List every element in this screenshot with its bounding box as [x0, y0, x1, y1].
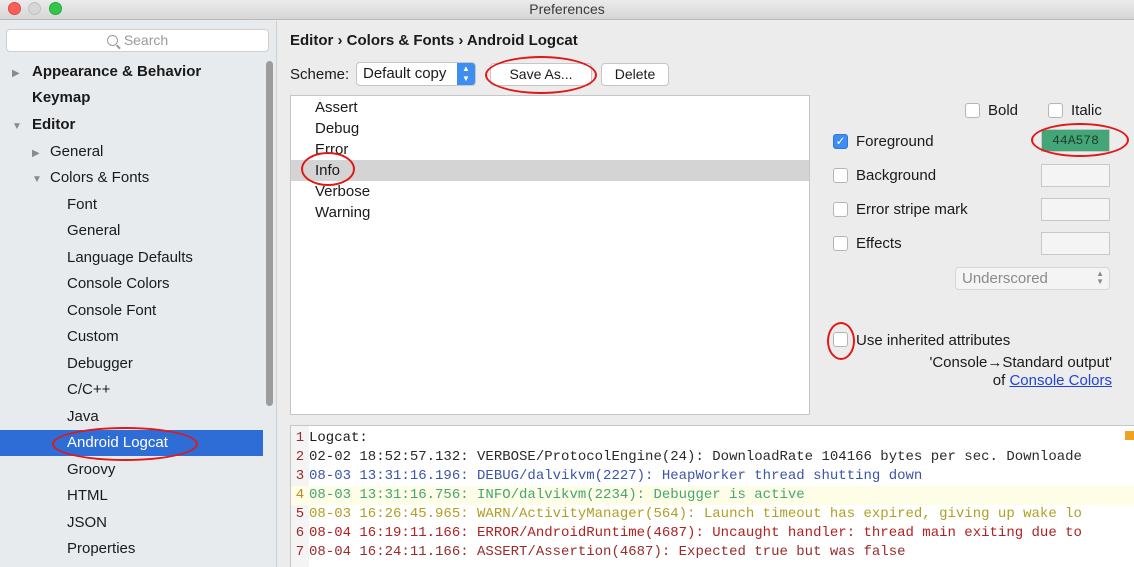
list-item[interactable]: Assert: [291, 97, 809, 118]
chevron-right-icon: ▶: [12, 68, 20, 79]
logcat-preview: 1 Logcat: 2 02-02 18:52:57.132: VERBOSE/Pr…: [290, 425, 1134, 567]
sidebar-item-font[interactable]: Font: [67, 192, 97, 218]
foreground-checkbox[interactable]: ✓: [833, 134, 848, 149]
chevron-down-icon: ▼: [32, 174, 42, 185]
sidebar-item-console-font[interactable]: Console Font: [67, 298, 156, 324]
sidebar-item-properties[interactable]: Properties: [67, 536, 135, 562]
delete-button[interactable]: Delete: [601, 63, 669, 86]
effects-label: Effects: [856, 235, 902, 252]
error-stripe-color-swatch[interactable]: [1041, 198, 1110, 221]
error-stripe-marker[interactable]: [1125, 431, 1134, 440]
scheme-value: Default copy: [363, 65, 447, 82]
list-item[interactable]: Verbose: [291, 181, 809, 202]
preview-line: 5 08-03 16:26:45.965: WARN/ActivityManage…: [295, 506, 1082, 522]
italic-label: Italic: [1071, 102, 1102, 119]
scheme-label: Scheme:: [290, 66, 350, 83]
search-input[interactable]: Search: [6, 29, 269, 52]
save-as-button[interactable]: Save As...: [490, 63, 592, 86]
inherited-from-text: 'Console→Standard output': [929, 354, 1112, 371]
sidebar-item-groovy[interactable]: Groovy: [67, 457, 115, 483]
effect-type-value: Underscored: [962, 270, 1048, 287]
preview-line: 7 08-04 16:24:11.166: ASSERT/Assertion(46…: [295, 544, 906, 560]
of-text: of: [992, 372, 1006, 389]
inherited-from-line: of Console Colors: [993, 372, 1112, 389]
error-stripe-checkbox[interactable]: [833, 202, 848, 217]
effect-type-select[interactable]: Underscored ▲ ▼: [955, 267, 1110, 290]
bold-label: Bold: [988, 102, 1019, 119]
sidebar-item-custom[interactable]: Custom: [67, 324, 119, 350]
sidebar-item-general-sub[interactable]: General: [67, 218, 120, 244]
use-inherited-checkbox[interactable]: [833, 332, 848, 347]
sidebar-item-editor[interactable]: ▼ Editor: [12, 112, 75, 138]
bold-checkbox[interactable]: [965, 103, 980, 118]
sidebar-item-html[interactable]: HTML: [67, 483, 108, 509]
console-colors-link[interactable]: Console Colors: [1009, 372, 1112, 389]
italic-checkbox[interactable]: [1048, 103, 1063, 118]
list-item[interactable]: Warning: [291, 202, 809, 223]
sidebar-item-language-defaults[interactable]: Language Defaults: [67, 245, 193, 271]
window-title: Preferences: [529, 1, 605, 17]
foreground-color-swatch[interactable]: 44A578: [1041, 129, 1110, 152]
sidebar-item-android-logcat[interactable]: Android Logcat: [0, 430, 263, 456]
sidebar-item-appearance[interactable]: ▶ Appearance & Behavior: [12, 59, 201, 85]
error-stripe-label: Error stripe mark: [856, 201, 968, 218]
title-bar: Preferences: [0, 0, 1134, 20]
list-item[interactable]: Error: [291, 139, 809, 160]
background-label: Background: [856, 167, 937, 184]
background-color-swatch[interactable]: [1041, 164, 1110, 187]
preview-line: 1 Logcat:: [295, 430, 368, 446]
preview-line: 2 02-02 18:52:57.132: VERBOSE/ProtocolEng…: [295, 449, 1082, 465]
settings-sidebar: Search ▶ Appearance & Behavior Keymap ▼ Ed…: [0, 21, 277, 567]
search-placeholder: Search: [123, 32, 169, 48]
sidebar-item-console-colors[interactable]: Console Colors: [67, 271, 170, 297]
list-item-selected[interactable]: Info: [291, 160, 809, 181]
foreground-label: Foreground: [856, 133, 934, 150]
effects-color-swatch[interactable]: [1041, 232, 1110, 255]
sidebar-item-cpp[interactable]: C/C++: [67, 377, 110, 403]
sidebar-item-json[interactable]: JSON: [67, 510, 107, 536]
chevron-right-icon: ▶: [32, 148, 40, 159]
breadcrumb: Editor › Colors & Fonts › Android Logcat: [290, 32, 578, 49]
sidebar-item-keymap[interactable]: Keymap: [32, 85, 90, 111]
sidebar-item-general[interactable]: ▶ General: [32, 139, 103, 165]
preview-line-current: 4 08-03 13:31:16.756: INFO/dalvikvm(2234)…: [291, 486, 1134, 505]
updown-arrows-icon: ▲ ▼: [457, 63, 475, 85]
chevron-down-icon: ▼: [12, 121, 22, 132]
updown-arrows-icon: ▲ ▼: [1096, 269, 1104, 286]
background-checkbox[interactable]: [833, 168, 848, 183]
scheme-select[interactable]: Default copy ▲ ▼: [356, 62, 476, 86]
sidebar-item-java[interactable]: Java: [67, 404, 99, 430]
sidebar-item-colors-fonts[interactable]: ▼ Colors & Fonts: [32, 165, 149, 191]
search-icon: [106, 35, 118, 46]
preview-line: 6 08-04 16:19:11.166: ERROR/AndroidRuntim…: [295, 525, 1082, 541]
use-inherited-label: Use inherited attributes: [856, 332, 1011, 349]
sidebar-item-debugger[interactable]: Debugger: [67, 351, 133, 377]
logcat-levels-list: Assert Debug Error Info Verbose Warning: [290, 95, 810, 415]
sidebar-scrollbar[interactable]: [266, 61, 273, 406]
effects-checkbox[interactable]: [833, 236, 848, 251]
preview-line: 3 08-03 13:31:16.196: DEBUG/dalvikvm(2227…: [295, 468, 923, 484]
list-item[interactable]: Debug: [291, 118, 809, 139]
